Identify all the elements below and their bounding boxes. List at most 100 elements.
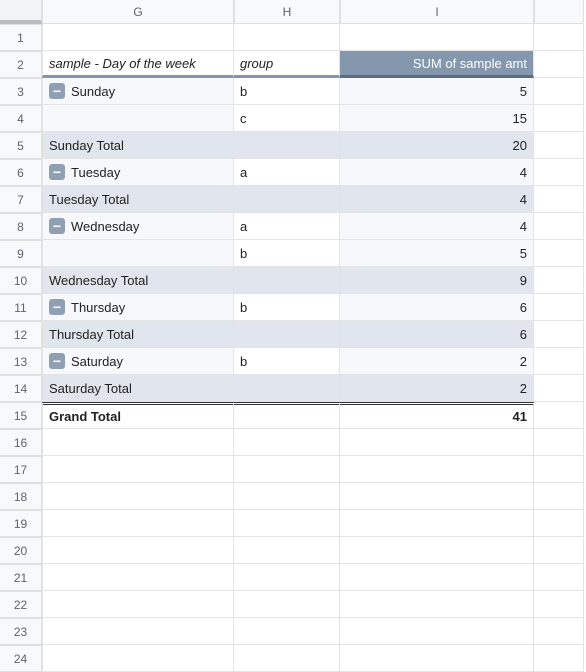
cell[interactable] (534, 402, 584, 429)
pivot-subtotal-label[interactable]: Sunday Total (42, 132, 234, 159)
row-header-20[interactable]: 20 (0, 537, 42, 564)
row-header-12[interactable]: 12 (0, 321, 42, 348)
cell[interactable] (534, 105, 584, 132)
pivot-group-cell[interactable]: a (234, 159, 340, 186)
pivot-group-cell[interactable]: b (234, 240, 340, 267)
pivot-value-cell[interactable]: 5 (340, 78, 534, 105)
row-header-22[interactable]: 22 (0, 591, 42, 618)
pivot-value-cell[interactable]: 4 (340, 159, 534, 186)
cell[interactable] (534, 645, 584, 672)
row-header-5[interactable]: 5 (0, 132, 42, 159)
cell[interactable] (234, 24, 340, 51)
pivot-row-label[interactable]: − Saturday (42, 348, 234, 375)
pivot-subtotal-cell[interactable] (234, 321, 340, 348)
cell[interactable] (340, 483, 534, 510)
row-header-24[interactable]: 24 (0, 645, 42, 672)
pivot-row-label[interactable]: − Thursday (42, 294, 234, 321)
cell[interactable] (534, 213, 584, 240)
col-header-i[interactable]: I (340, 0, 534, 24)
cell[interactable] (340, 429, 534, 456)
collapse-icon[interactable]: − (49, 218, 65, 234)
cell[interactable] (42, 429, 234, 456)
pivot-grand-total-label[interactable]: Grand Total (42, 402, 234, 429)
cell[interactable] (534, 294, 584, 321)
cell[interactable] (534, 510, 584, 537)
pivot-subtotal-value[interactable]: 2 (340, 375, 534, 402)
cell[interactable] (534, 186, 584, 213)
pivot-subtotal-label[interactable]: Saturday Total (42, 375, 234, 402)
row-header-4[interactable]: 4 (0, 105, 42, 132)
col-header-h[interactable]: H (234, 0, 340, 24)
cell[interactable] (534, 375, 584, 402)
pivot-group-cell[interactable]: b (234, 294, 340, 321)
cell[interactable] (234, 618, 340, 645)
pivot-value-field-label[interactable]: SUM of sample amt (340, 51, 534, 78)
pivot-subtotal-value[interactable]: 20 (340, 132, 534, 159)
pivot-row-label[interactable]: − Wednesday (42, 213, 234, 240)
cell[interactable] (42, 591, 234, 618)
cell[interactable] (534, 240, 584, 267)
pivot-subtotal-value[interactable]: 6 (340, 321, 534, 348)
pivot-subtotal-label[interactable]: Thursday Total (42, 321, 234, 348)
pivot-grand-total-value[interactable]: 41 (340, 402, 534, 429)
cell[interactable] (234, 591, 340, 618)
cell[interactable] (340, 456, 534, 483)
row-header-16[interactable]: 16 (0, 429, 42, 456)
pivot-row-field-label[interactable]: sample - Day of the week (42, 51, 234, 78)
row-header-3[interactable]: 3 (0, 78, 42, 105)
pivot-group-cell[interactable]: b (234, 348, 340, 375)
pivot-subtotal-cell[interactable] (234, 186, 340, 213)
cell[interactable] (42, 618, 234, 645)
cell[interactable] (534, 24, 584, 51)
cell[interactable] (534, 483, 584, 510)
cell[interactable] (42, 564, 234, 591)
collapse-icon[interactable]: − (49, 353, 65, 369)
row-header-19[interactable]: 19 (0, 510, 42, 537)
pivot-row-label[interactable]: − Tuesday (42, 159, 234, 186)
col-header-g[interactable]: G (42, 0, 234, 24)
row-header-15[interactable]: 15 (0, 402, 42, 429)
cell[interactable] (234, 483, 340, 510)
pivot-subtotal-label[interactable]: Tuesday Total (42, 186, 234, 213)
cell[interactable] (42, 510, 234, 537)
cell[interactable] (42, 456, 234, 483)
cell[interactable] (42, 24, 234, 51)
row-header-23[interactable]: 23 (0, 618, 42, 645)
cell[interactable] (534, 132, 584, 159)
pivot-group-cell[interactable]: a (234, 213, 340, 240)
pivot-col-field-label[interactable]: group (234, 51, 340, 78)
cell[interactable] (340, 564, 534, 591)
row-header-13[interactable]: 13 (0, 348, 42, 375)
pivot-row-label[interactable] (42, 105, 234, 132)
pivot-subtotal-cell[interactable] (234, 267, 340, 294)
row-header-1[interactable]: 1 (0, 24, 42, 51)
select-all-corner[interactable] (0, 0, 42, 24)
cell[interactable] (42, 537, 234, 564)
cell[interactable] (42, 645, 234, 672)
cell[interactable] (534, 591, 584, 618)
cell[interactable] (340, 645, 534, 672)
pivot-group-cell[interactable]: b (234, 78, 340, 105)
collapse-icon[interactable]: − (49, 164, 65, 180)
row-header-14[interactable]: 14 (0, 375, 42, 402)
cell[interactable] (534, 267, 584, 294)
spreadsheet-grid[interactable]: G H I 1 2 sample - Day of the week group… (0, 0, 586, 672)
col-header-extra[interactable] (534, 0, 584, 24)
cell[interactable] (234, 429, 340, 456)
cell[interactable] (340, 591, 534, 618)
cell[interactable] (534, 51, 584, 78)
collapse-icon[interactable]: − (49, 299, 65, 315)
cell[interactable] (234, 456, 340, 483)
cell[interactable] (340, 537, 534, 564)
cell[interactable] (340, 618, 534, 645)
cell[interactable] (340, 24, 534, 51)
cell[interactable] (534, 537, 584, 564)
pivot-value-cell[interactable]: 4 (340, 213, 534, 240)
row-header-11[interactable]: 11 (0, 294, 42, 321)
pivot-subtotal-cell[interactable] (234, 132, 340, 159)
collapse-icon[interactable]: − (49, 83, 65, 99)
cell[interactable] (534, 159, 584, 186)
cell[interactable] (234, 564, 340, 591)
row-header-21[interactable]: 21 (0, 564, 42, 591)
pivot-value-cell[interactable]: 5 (340, 240, 534, 267)
